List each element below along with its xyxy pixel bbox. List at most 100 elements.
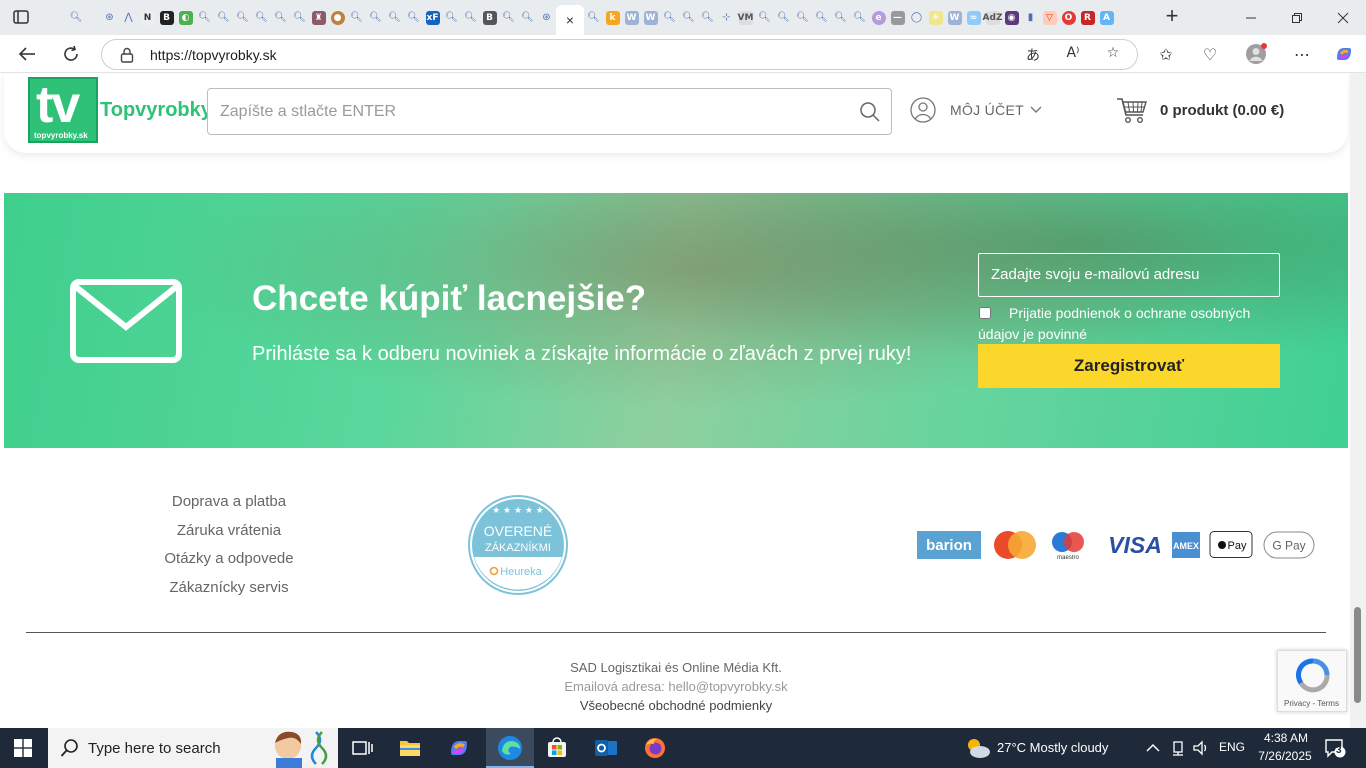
tab-favicon-chart-icon[interactable]: ⋀ [119, 8, 138, 27]
network-icon[interactable] [1170, 740, 1186, 756]
tab-actions-icon[interactable] [10, 6, 32, 28]
file-explorer-icon[interactable] [398, 736, 422, 760]
email-input[interactable] [991, 266, 1271, 283]
tab-favicon-wordpress-icon[interactable]: W [945, 8, 964, 27]
tab-favicon-wordpress-icon[interactable]: W [622, 8, 641, 27]
close-window-button[interactable] [1320, 0, 1366, 35]
notifications-icon[interactable] [1324, 737, 1346, 759]
consent-checkbox[interactable] [979, 307, 991, 319]
search-icon[interactable] [859, 101, 881, 123]
tab-favicon-search-icon[interactable]: 🔍︎ [850, 8, 869, 27]
contact-email[interactable]: Emailová adresa: hello@topvyrobky.sk [0, 677, 1352, 696]
tab-favicon-search-icon[interactable]: 🔍︎ [660, 8, 679, 27]
tab-favicon-wordpress-icon[interactable]: W [641, 8, 660, 27]
tab-favicon-search-icon[interactable]: 🔍︎ [347, 8, 366, 27]
task-view-icon[interactable] [350, 736, 374, 760]
weather-cloudy-icon[interactable] [964, 736, 992, 760]
windows-start-icon[interactable] [14, 739, 32, 757]
tab-favicon-search-icon[interactable]: 🔍︎ [793, 8, 812, 27]
restore-button[interactable] [1274, 0, 1320, 35]
tab-favicon-search-icon[interactable]: 🔍︎ [271, 8, 290, 27]
back-button[interactable] [14, 41, 40, 67]
tab-favicon-xf-icon[interactable]: xF [423, 8, 442, 27]
copilot-app-icon[interactable] [447, 736, 471, 760]
read-aloud-icon[interactable]: A⁾ [1062, 45, 1084, 65]
tab-favicon-green-icon[interactable]: ◐ [176, 8, 195, 27]
refresh-button[interactable] [58, 41, 84, 67]
tab-favicon-search-icon[interactable]: 🔍︎ [195, 8, 214, 27]
new-tab-button[interactable]: + [1160, 5, 1184, 29]
minimize-button[interactable] [1228, 0, 1274, 35]
cart-summary[interactable]: 0 produkt (0.00 €) [1116, 95, 1284, 125]
tab-favicon-openai-icon[interactable]: ⊛ [537, 8, 556, 27]
tab-favicon-search-icon[interactable]: 🔍︎ [366, 8, 385, 27]
tab-favicon-search-icon[interactable]: 🔍︎ [62, 8, 90, 27]
weather-text[interactable]: 27°C Mostly cloudy [997, 740, 1108, 755]
recaptcha-badge[interactable]: Privacy - Terms [1277, 650, 1347, 712]
tab-favicon-search-icon[interactable]: 🔍︎ [755, 8, 774, 27]
account-menu[interactable]: MÔJ ÚČET [910, 95, 1042, 125]
tab-favicon-a-icon[interactable]: A [1097, 8, 1116, 27]
tab-favicon-purple-icon[interactable]: e [869, 8, 888, 27]
recaptcha-text[interactable]: Privacy - Terms [1284, 699, 1339, 708]
tab-favicon-blue-icon[interactable]: ∞ [964, 8, 983, 27]
tab-favicon-search-icon[interactable]: 🔍︎ [385, 8, 404, 27]
favorite-star-icon[interactable]: ☆ [1102, 45, 1124, 65]
tab-favicon-b-icon[interactable]: B [157, 8, 176, 27]
tab-favicon-search-icon[interactable]: 🔍︎ [774, 8, 793, 27]
edge-taskbar-button[interactable] [486, 728, 534, 768]
tab-favicon-search-icon[interactable]: 🔍︎ [252, 8, 271, 27]
url-text[interactable]: https://topvyrobky.sk [150, 47, 277, 63]
tab-favicon-search-icon[interactable]: 🔍︎ [812, 8, 831, 27]
site-logo[interactable]: tv topvyrobky.sk [28, 76, 98, 143]
tab-favicon-search-icon[interactable]: 🔍︎ [404, 8, 423, 27]
volume-icon[interactable] [1192, 740, 1210, 756]
tab-favicon-search-icon[interactable]: 🔍︎ [442, 8, 461, 27]
favorites-icon[interactable]: ✩ [1154, 42, 1178, 66]
tab-favicon-pin-icon[interactable]: ⊹ [717, 8, 736, 27]
footer-link-faq[interactable]: Otázky a odpovede [140, 548, 318, 577]
tab-close-icon[interactable]: × [566, 12, 574, 28]
firefox-icon[interactable] [643, 736, 667, 760]
tab-favicon-search-icon[interactable]: 🔍︎ [584, 8, 603, 27]
browser-essentials-icon[interactable]: ♡ [1198, 42, 1222, 66]
language-indicator[interactable]: ENG [1219, 740, 1245, 754]
tab-favicon-bars-icon[interactable]: ▮ [1021, 8, 1040, 27]
tab-favicon-adz-icon[interactable]: AdZ [983, 8, 1002, 27]
microsoft-store-icon[interactable] [545, 736, 569, 760]
footer-link-support[interactable]: Zákaznícky servis [140, 577, 318, 606]
tab-favicon-o-icon[interactable]: O [1059, 8, 1078, 27]
translate-icon[interactable]: あ [1022, 45, 1044, 65]
tab-favicon-grey-icon[interactable]: — [888, 8, 907, 27]
clock-time[interactable]: 4:38 AM [1256, 731, 1316, 745]
outlook-icon[interactable] [594, 736, 618, 760]
tab-favicon-n-icon[interactable]: N [138, 8, 157, 27]
tab-favicon-orange-icon[interactable]: k [603, 8, 622, 27]
tab-favicon-search-icon[interactable]: 🔍︎ [679, 8, 698, 27]
footer-link-returns[interactable]: Záruka vrátenia [140, 520, 318, 549]
tab-favicon-openai-icon[interactable]: ⊛ [100, 8, 119, 27]
copilot-icon[interactable] [1332, 42, 1356, 66]
profile-avatar-icon[interactable] [1244, 42, 1268, 66]
address-bar[interactable]: https://topvyrobky.sk あ A⁾ ☆ [101, 39, 1138, 70]
scrollbar-thumb[interactable] [1354, 607, 1361, 703]
tab-favicon-search-icon[interactable]: 🔍︎ [499, 8, 518, 27]
tab-favicon-b2-icon[interactable]: B [480, 8, 499, 27]
tab-favicon-flag-icon[interactable]: ▽ [1040, 8, 1059, 27]
page-scrollbar[interactable] [1350, 73, 1366, 728]
heureka-verified-badge[interactable]: ★ ★ ★ ★ ★ OVERENÉ ZÁKAZNÍKMI Heureka [468, 495, 568, 595]
tab-favicon-r-icon[interactable]: R [1078, 8, 1097, 27]
tab-favicon-dark-icon[interactable]: ◉ [1002, 8, 1021, 27]
tab-favicon-cookie-icon[interactable]: ● [328, 8, 347, 27]
footer-link-shipping[interactable]: Doprava a platba [140, 491, 318, 520]
search-input[interactable] [220, 101, 840, 123]
tab-favicon-search-icon[interactable]: 🔍︎ [518, 8, 537, 27]
tab-favicon-castle-icon[interactable]: ♜ [309, 8, 328, 27]
tab-favicon-yellow-icon[interactable]: ☀ [926, 8, 945, 27]
tab-favicon-search-icon[interactable]: 🔍︎ [214, 8, 233, 27]
more-menu-icon[interactable]: ⋯ [1290, 42, 1314, 66]
tab-favicon-ring-icon[interactable]: ◯ [907, 8, 926, 27]
terms-link[interactable]: Všeobecné obchodné podmienky [0, 696, 1352, 715]
tab-favicon-search-icon[interactable]: 🔍︎ [233, 8, 252, 27]
clock-date[interactable]: 7/26/2025 [1252, 749, 1318, 763]
